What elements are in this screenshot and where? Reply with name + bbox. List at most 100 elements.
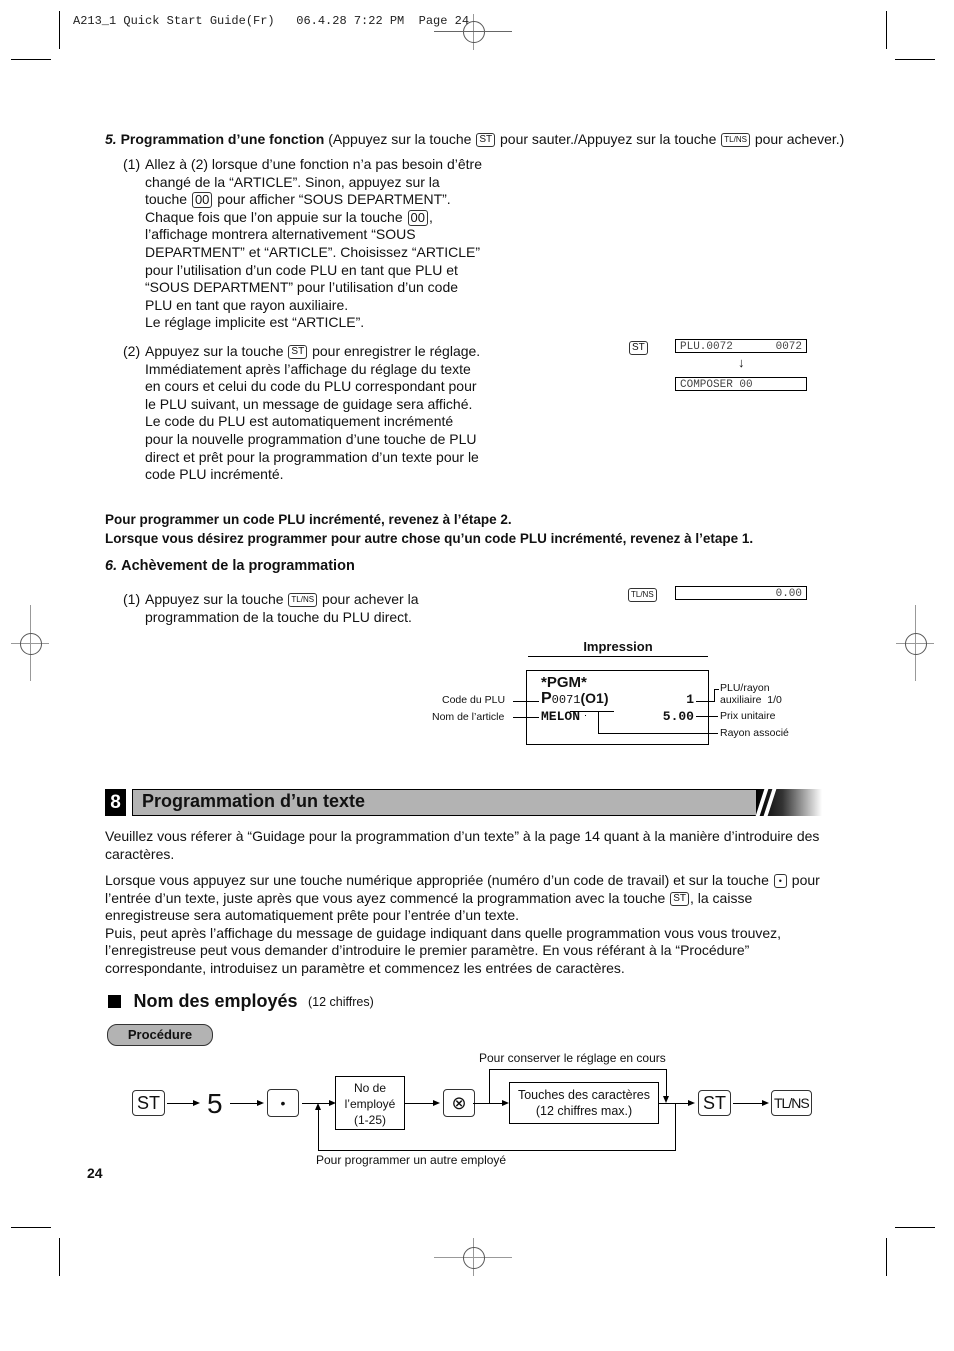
display-left: PLU.0072 [680,341,733,353]
step5-item1: (1) Allez à (2) lorsque d’une fonction n… [123,156,483,332]
multiply-icon: ⊗ [451,1093,467,1113]
double-zero-key: 00 [191,192,213,209]
note-line1: Pour programmer un code PLU incrémenté, … [105,512,512,527]
step6-item1: (1) Appuyez sur la touche TL/NS pour ach… [123,591,443,626]
step6-heading: 6. Achèvement de la programmation [105,558,355,574]
step5-item2: (2) Appuyez sur la touche ST pour enregi… [123,343,483,484]
flow-arrow [473,1103,503,1104]
section-title-bar: Programmation d’un texte [132,787,822,818]
section-number-badge: 8 [105,789,126,816]
st-key: ST [629,341,648,355]
lcd-display-plu: PLU.0072 0072 [675,339,807,353]
employees-heading: Nom des employés (12 chiffres) [108,991,374,1012]
callout-dept: Rayon associé [720,727,789,739]
arrow-head [315,1103,321,1110]
five-key: 5 [207,1088,223,1119]
callout-line [696,701,714,702]
dot-key: • [267,1089,299,1117]
box-text: (12 chiffres max.) [535,1104,633,1118]
dot-glyph: • [280,1095,286,1111]
flow-arrow [733,1103,763,1104]
item-text: pour enregistrer le réglage. Immédiateme… [145,343,481,483]
receipt-code-prefix: P [541,690,552,707]
keep-setting-label: Pour conserver le réglage en cours [479,1051,666,1065]
item-number: (1) [123,591,141,607]
callout-plu-rayon: PLU/rayon auxiliaire 1/0 [720,682,782,706]
bypass-line [666,1069,667,1099]
flow-arrow [230,1103,260,1104]
bypass-line [489,1069,490,1103]
double-zero-key: 00 [407,210,428,227]
step5-note: (Appuyez sur la touche [328,131,472,147]
item-text: Appuyez sur la touche [145,591,284,607]
st-key: ST [288,345,308,360]
crop-mark [59,11,60,49]
character-keys-box: Touches des caractères (12 chiffres max.… [509,1082,659,1124]
callout-line [570,711,614,712]
section8-para2: Lorsque vous appuyez sur une touche numé… [105,872,820,978]
crop-mark [11,59,51,60]
step6-number: 6. [105,558,118,574]
receipt-code: 0071 [551,693,581,707]
arrow-head [502,1100,509,1106]
multiply-key: ⊗ [443,1089,475,1117]
receipt-heading-rule [528,656,708,657]
loop-label: Pour programmer un autre employé [316,1153,507,1167]
procedure-badge: Procédure [107,1024,213,1046]
step5-title: Programmation d’une fonction [120,131,325,147]
callout-line [714,689,719,690]
callout-line [513,717,539,718]
item-text: pour afficher “SOUS DEPARTMENT”. Chaque … [145,191,451,225]
loop-line [318,1108,319,1151]
item-text: Le réglage implicite est “ARTICLE”. [145,314,365,331]
step5-note: pour achever.) [754,131,845,147]
arrow-head [193,1100,200,1106]
crop-mark [895,1227,935,1228]
bullet-square-icon [108,995,121,1008]
section-title: Programmation d’un texte [142,791,366,811]
arrow-head [663,1096,669,1103]
item-text: Appuyez sur la touche [145,343,284,359]
receipt-pgm-line: *PGM* [541,674,587,691]
callout-line [714,689,715,702]
callout-name: Nom de l’article [432,711,505,723]
loop-line [675,1103,676,1150]
callout-price: Prix unitaire [720,710,776,722]
receipt-code-line: P0071(O1) [541,690,608,708]
receipt-heading: Impression [583,639,653,654]
tlns-key: TL/NS [721,133,750,148]
tlns-key: TL/NS [288,593,318,608]
box-text: Touches des caractères [517,1088,650,1102]
callout-line [513,701,539,702]
dot-key: • [773,874,787,889]
receipt-price: 5.00 [662,709,694,724]
tlns-key: TL/NS [771,1090,812,1116]
note-line2: Lorsque vous désirez programmer pour aut… [105,531,754,546]
step5-note: pour sauter./Appuyez sur la touche [500,131,717,147]
crop-mark [59,1238,60,1276]
lcd-display-composer: COMPOSER 00 [675,377,807,391]
employee-number-box: No de l’employé (1-25) [335,1076,405,1130]
crop-mark [895,59,935,60]
tlns-key: TL/NS [628,588,657,602]
flow-arrow [405,1103,435,1104]
print-slug: A213_1 Quick Start Guide(Fr) 06.4.28 7:2… [73,14,470,28]
box-text: l’employé [344,1097,396,1111]
callout-line [598,733,718,734]
step5-heading: 5. Programmation d’une fonction (Appuyez… [105,131,845,148]
employees-title: Nom des employés [133,991,298,1011]
st-key: ST [476,133,496,148]
arrow-head [257,1100,264,1106]
section8-para1: Veuillez vous réferer à “Guidage pour la… [105,828,820,862]
crop-mark [886,11,887,49]
bypass-line [489,1069,666,1070]
down-arrow: ↓ [738,355,745,370]
arrow-head [688,1100,695,1106]
box-text: No de [353,1081,387,1095]
arrow-head [762,1100,769,1106]
st-key: ST [132,1090,166,1116]
callout-line [585,715,586,716]
display-right: 0072 [775,341,802,353]
item-number: (1) [123,156,141,172]
para-text: Puis, peut après l’affichage du message … [105,924,782,976]
